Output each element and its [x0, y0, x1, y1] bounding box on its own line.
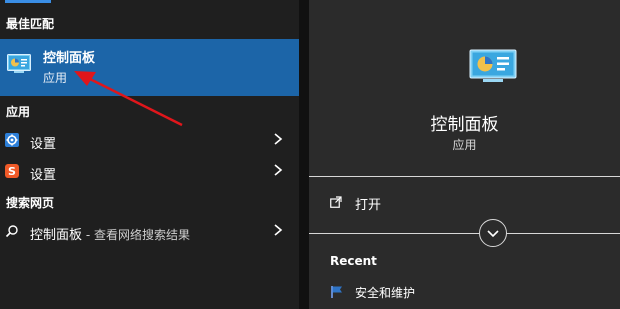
expand-button[interactable]	[479, 219, 507, 247]
recent-heading: Recent	[330, 254, 377, 268]
web-search-result[interactable]: 控制面板 - 查看网络搜索结果	[0, 217, 299, 247]
search-icon	[5, 225, 18, 238]
details-divider	[309, 176, 620, 177]
web-search-text: 控制面板 - 查看网络搜索结果	[30, 224, 190, 243]
recent-item[interactable]: 安全和维护	[309, 282, 620, 304]
panel-divider	[299, 0, 309, 309]
settings-gear-icon	[5, 133, 19, 147]
sogou-settings-icon: S	[5, 164, 19, 178]
web-search-suffix: - 查看网络搜索结果	[82, 228, 190, 242]
app-result-sogou-settings[interactable]: S 设置	[0, 157, 299, 187]
flag-icon	[331, 286, 342, 298]
chevron-right-icon[interactable]	[273, 132, 283, 146]
details-divider-expand	[309, 233, 620, 234]
details-title: 控制面板	[430, 115, 499, 135]
web-search-query: 控制面板	[30, 228, 83, 243]
chevron-right-icon[interactable]	[273, 163, 283, 177]
app-result-label: 设置	[30, 137, 57, 152]
open-action[interactable]: 打开	[309, 188, 620, 218]
best-match-item[interactable]: 控制面板 应用	[0, 39, 299, 96]
best-match-subtitle: 应用	[43, 71, 68, 85]
app-result-label: 设置	[30, 168, 57, 183]
svg-text:S: S	[8, 165, 16, 178]
details-pane: 控制面板 应用 打开 Recent 安全和维护	[309, 0, 620, 309]
chevron-right-icon[interactable]	[273, 223, 283, 237]
search-results-pane: 最佳匹配 控制面板 应用 应用 设置 S 设置 搜索网页 控制面板 - 查看网络…	[0, 0, 299, 309]
open-label: 打开	[355, 198, 382, 213]
active-tab-indicator	[5, 0, 51, 3]
app-result-settings[interactable]: 设置	[0, 126, 299, 156]
recent-item-label: 安全和维护	[355, 286, 416, 300]
control-panel-icon	[7, 54, 31, 73]
best-match-title: 控制面板	[43, 51, 96, 66]
chevron-down-icon	[487, 230, 499, 238]
details-subtitle: 应用	[452, 138, 477, 152]
open-icon	[330, 196, 342, 208]
apps-heading: 应用	[6, 105, 31, 119]
control-panel-large-icon	[469, 49, 517, 82]
best-match-heading: 最佳匹配	[6, 17, 55, 31]
web-search-heading: 搜索网页	[6, 196, 55, 210]
